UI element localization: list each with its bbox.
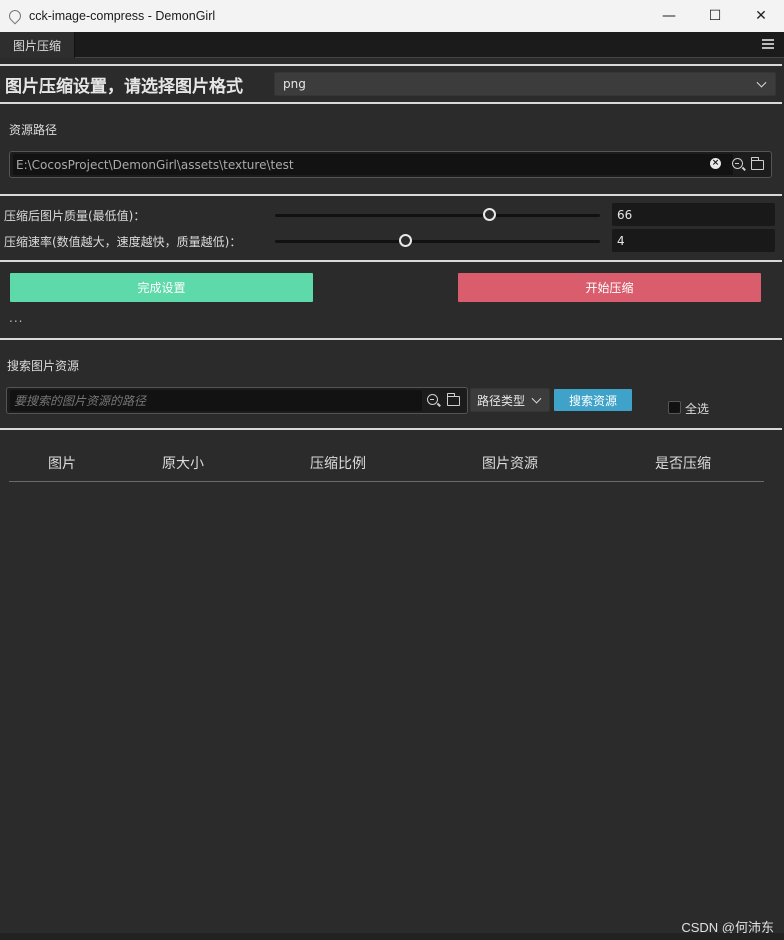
quality-label: 压缩后图片质量(最低值)： bbox=[4, 209, 146, 223]
speed-input[interactable]: 4 bbox=[612, 229, 775, 252]
select-all-checkbox[interactable] bbox=[668, 401, 681, 414]
chevron-down-icon bbox=[756, 77, 767, 88]
window-controls: — ☐ ✕ bbox=[646, 0, 784, 32]
column-header-image: 图片 bbox=[48, 456, 76, 472]
divider bbox=[0, 338, 782, 340]
column-header-original-size: 原大小 bbox=[162, 456, 204, 472]
divider bbox=[0, 260, 782, 262]
speed-slider-track[interactable] bbox=[275, 240, 600, 243]
settings-title: 图片压缩设置，请选择图片格式 bbox=[5, 77, 243, 97]
divider bbox=[0, 64, 782, 66]
path-type-value: 路径类型 bbox=[477, 393, 526, 408]
folder-open-icon[interactable] bbox=[750, 157, 764, 170]
speed-label: 压缩速率(数值越大，速度越快，质量越低)： bbox=[4, 235, 242, 249]
table-header-divider bbox=[9, 481, 764, 482]
search-section-label: 搜索图片资源 bbox=[7, 359, 80, 373]
divider bbox=[0, 194, 782, 196]
tab-bar: 图片压缩 bbox=[0, 32, 784, 58]
window-title: cck-image-compress - DemonGirl bbox=[29, 9, 216, 23]
resource-path-input[interactable]: E:\CocosProject\DemonGirl\assets\texture… bbox=[13, 154, 733, 175]
quality-slider-thumb[interactable] bbox=[483, 208, 496, 221]
hamburger-menu-icon[interactable] bbox=[762, 39, 774, 50]
tab-image-compress[interactable]: 图片压缩 bbox=[0, 32, 75, 58]
close-button[interactable]: ✕ bbox=[738, 0, 784, 32]
app-icon bbox=[6, 7, 24, 25]
search-field: 要搜索的图片资源的路径 bbox=[6, 387, 468, 414]
status-text: ... bbox=[9, 311, 24, 325]
resource-path-label: 资源路径 bbox=[9, 123, 58, 137]
chevron-down-icon bbox=[531, 393, 542, 404]
search-input[interactable]: 要搜索的图片资源的路径 bbox=[10, 390, 422, 411]
search-resources-button[interactable]: 搜索资源 bbox=[554, 389, 632, 411]
resource-path-field: E:\CocosProject\DemonGirl\assets\texture… bbox=[9, 151, 772, 178]
window-bottom-edge bbox=[0, 933, 784, 940]
finish-settings-button[interactable]: 完成设置 bbox=[10, 273, 313, 302]
column-header-compress-ratio: 压缩比例 bbox=[310, 456, 366, 472]
maximize-button[interactable]: ☐ bbox=[692, 0, 738, 32]
divider bbox=[0, 102, 782, 104]
format-select-value: png bbox=[283, 77, 306, 91]
select-all-label: 全选 bbox=[685, 402, 710, 416]
quality-input[interactable]: 66 bbox=[612, 203, 775, 226]
start-compress-button[interactable]: 开始压缩 bbox=[458, 273, 761, 302]
zoom-out-icon[interactable] bbox=[732, 158, 743, 169]
column-header-image-resource: 图片资源 bbox=[482, 456, 538, 472]
zoom-out-icon[interactable] bbox=[427, 394, 438, 405]
path-type-select[interactable]: 路径类型 bbox=[470, 388, 550, 412]
quality-slider-track[interactable] bbox=[275, 214, 600, 217]
window-titlebar: cck-image-compress - DemonGirl — ☐ ✕ bbox=[0, 0, 784, 32]
folder-open-icon[interactable] bbox=[446, 393, 460, 406]
divider bbox=[0, 428, 782, 430]
column-header-is-compressed: 是否压缩 bbox=[655, 456, 711, 472]
clear-icon[interactable]: × bbox=[710, 158, 721, 169]
speed-slider-thumb[interactable] bbox=[398, 234, 412, 247]
format-select[interactable]: png bbox=[274, 72, 776, 96]
minimize-button[interactable]: — bbox=[646, 0, 692, 32]
